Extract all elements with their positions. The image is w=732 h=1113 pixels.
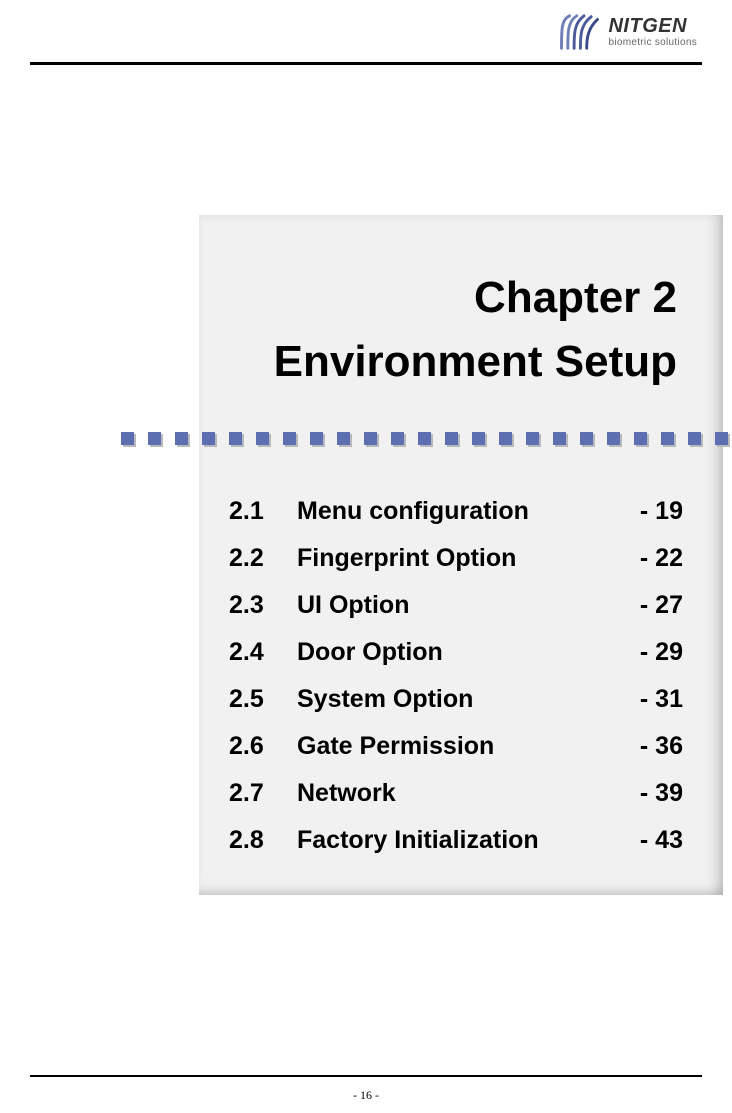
chapter-number: Chapter 2 xyxy=(223,273,677,323)
toc-page: - 22 xyxy=(613,544,683,573)
toc-title: Network xyxy=(297,779,613,808)
toc-row: 2.2 Fingerprint Option - 22 xyxy=(229,544,683,573)
toc-num: 2.4 xyxy=(229,638,297,667)
toc-title: UI Option xyxy=(297,591,613,620)
toc-page: - 39 xyxy=(613,779,683,808)
toc-row: 2.7 Network - 39 xyxy=(229,779,683,808)
toc-num: 2.7 xyxy=(229,779,297,808)
page: NITGEN biometric solutions Chapter 2 Env… xyxy=(0,0,732,1113)
toc-page: - 19 xyxy=(613,497,683,526)
decorative-dot-strip xyxy=(121,432,732,450)
toc-num: 2.6 xyxy=(229,732,297,761)
toc-row: 2.8 Factory Initialization - 43 xyxy=(229,826,683,855)
brand-subtitle: biometric solutions xyxy=(608,38,697,48)
table-of-contents: 2.1 Menu configuration - 19 2.2 Fingerpr… xyxy=(223,497,683,855)
toc-num: 2.5 xyxy=(229,685,297,714)
toc-page: - 27 xyxy=(613,591,683,620)
toc-page: - 29 xyxy=(613,638,683,667)
toc-title: Fingerprint Option xyxy=(297,544,613,573)
toc-num: 2.8 xyxy=(229,826,297,855)
toc-row: 2.4 Door Option - 29 xyxy=(229,638,683,667)
toc-title: Door Option xyxy=(297,638,613,667)
toc-num: 2.3 xyxy=(229,591,297,620)
fingerprint-logo-icon xyxy=(557,12,602,52)
chapter-box: Chapter 2 Environment Setup 2.1 Menu con… xyxy=(199,215,723,895)
toc-title: Menu configuration xyxy=(297,497,613,526)
toc-page: - 43 xyxy=(613,826,683,855)
toc-page: - 36 xyxy=(613,732,683,761)
toc-row: 2.1 Menu configuration - 19 xyxy=(229,497,683,526)
toc-row: 2.6 Gate Permission - 36 xyxy=(229,732,683,761)
toc-num: 2.1 xyxy=(229,497,297,526)
toc-num: 2.2 xyxy=(229,544,297,573)
header-rule xyxy=(30,62,702,65)
toc-title: Factory Initialization xyxy=(297,826,613,855)
toc-row: 2.5 System Option - 31 xyxy=(229,685,683,714)
toc-title: System Option xyxy=(297,685,613,714)
chapter-title: Environment Setup xyxy=(223,337,677,387)
page-number: - 16 - xyxy=(0,1088,732,1103)
header-brand: NITGEN biometric solutions xyxy=(557,12,697,52)
toc-page: - 31 xyxy=(613,685,683,714)
toc-title: Gate Permission xyxy=(297,732,613,761)
toc-row: 2.3 UI Option - 27 xyxy=(229,591,683,620)
footer-rule xyxy=(30,1075,702,1077)
brand-text: NITGEN biometric solutions xyxy=(608,16,697,48)
brand-name: NITGEN xyxy=(608,16,697,36)
